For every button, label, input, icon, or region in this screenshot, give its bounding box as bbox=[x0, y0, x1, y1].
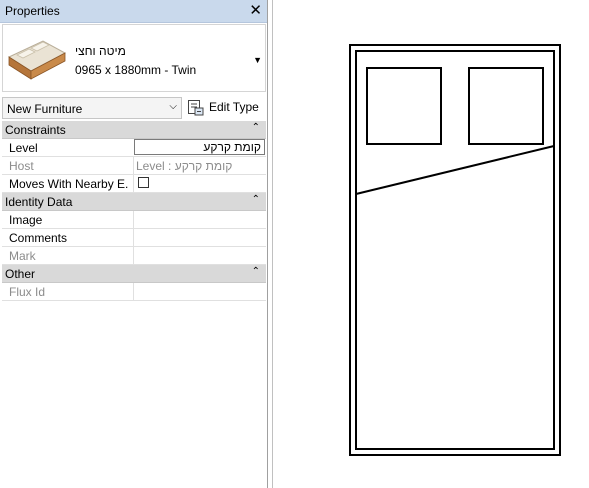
type-selector[interactable]: מיטה וחצי 0965 x 1880mm - Twin ▼ bbox=[2, 24, 266, 92]
property-row-moves-with-nearby[interactable]: Moves With Nearby E... bbox=[2, 175, 266, 193]
property-row-comments[interactable]: Comments bbox=[2, 229, 266, 247]
column-divider bbox=[133, 229, 134, 246]
palette-titlebar[interactable]: Properties ✕ bbox=[0, 0, 267, 23]
type-dropdown-icon[interactable]: ▼ bbox=[253, 55, 262, 65]
property-name: Moves With Nearby E... bbox=[9, 177, 129, 191]
property-name: Host bbox=[9, 159, 34, 173]
property-name: Flux Id bbox=[9, 285, 46, 299]
category-filter-value: New Furniture bbox=[7, 102, 83, 116]
collapse-icon[interactable]: ⌃ bbox=[252, 266, 260, 277]
property-row-level[interactable]: Level קומת קרקע bbox=[2, 139, 266, 157]
group-constraints[interactable]: Constraints ⌃ bbox=[2, 121, 266, 139]
group-identity-data[interactable]: Identity Data ⌃ bbox=[2, 193, 266, 211]
type-size: 0965 x 1880mm - Twin bbox=[75, 63, 197, 77]
drawing-canvas[interactable] bbox=[272, 0, 589, 488]
group-other[interactable]: Other ⌃ bbox=[2, 265, 266, 283]
property-row-host: Host Level : קומת קרקע bbox=[2, 157, 266, 175]
host-value: Level : קומת קרקע bbox=[136, 159, 233, 173]
collapse-icon[interactable]: ⌃ bbox=[252, 194, 260, 205]
pillow-right bbox=[468, 67, 544, 145]
bed-thumbnail-icon bbox=[7, 40, 67, 80]
property-name: Level bbox=[9, 141, 38, 155]
group-label: Identity Data bbox=[5, 195, 73, 209]
collapse-icon[interactable]: ⌃ bbox=[252, 122, 260, 133]
close-icon[interactable]: ✕ bbox=[249, 1, 262, 19]
bed-outer-frame bbox=[349, 44, 561, 456]
level-value-field[interactable]: קומת קרקע bbox=[134, 139, 265, 155]
column-divider bbox=[133, 283, 134, 300]
property-row-flux-id[interactable]: Flux Id bbox=[2, 283, 266, 301]
column-divider bbox=[133, 247, 134, 264]
moves-with-nearby-checkbox[interactable] bbox=[138, 177, 149, 188]
column-divider bbox=[133, 157, 134, 174]
type-name: מיטה וחצי bbox=[75, 44, 126, 58]
property-row-image[interactable]: Image bbox=[2, 211, 266, 229]
property-row-mark[interactable]: Mark bbox=[2, 247, 266, 265]
property-name: Mark bbox=[9, 249, 36, 263]
edit-type-label: Edit Type bbox=[209, 100, 259, 114]
group-label: Other bbox=[5, 267, 36, 281]
chevron-down-icon: ⌵ bbox=[169, 101, 177, 112]
category-filter-dropdown[interactable]: New Furniture ⌵ bbox=[2, 97, 182, 119]
column-divider bbox=[133, 175, 134, 192]
properties-grid: Constraints ⌃ Level קומת קרקע Host Level… bbox=[2, 121, 266, 301]
property-name: Image bbox=[9, 213, 43, 227]
column-divider bbox=[133, 211, 134, 228]
property-name: Comments bbox=[9, 231, 68, 245]
bed-inner-frame bbox=[355, 50, 555, 450]
palette-title: Properties bbox=[5, 4, 60, 18]
properties-palette: Properties ✕ מיטה וחצי 0965 x 1880mm - T… bbox=[0, 0, 268, 488]
blanket-fold-line bbox=[355, 145, 555, 195]
edit-type-icon bbox=[188, 100, 204, 116]
bed-plan-drawing[interactable] bbox=[273, 0, 589, 488]
group-label: Constraints bbox=[5, 123, 66, 137]
pillow-left bbox=[366, 67, 442, 145]
